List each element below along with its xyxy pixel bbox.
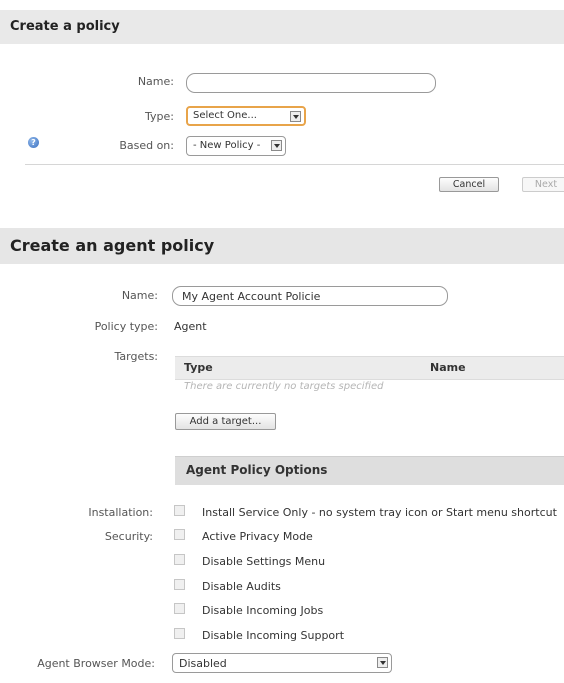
policy-type-label: Type: [145, 110, 174, 123]
install-service-only-label: Install Service Only - no system tray ic… [202, 506, 557, 519]
security-label: Security: [104, 530, 153, 543]
installation-label: Installation: [88, 506, 153, 519]
targets-label: Targets: [114, 350, 158, 363]
install-service-only-checkbox[interactable] [174, 505, 185, 516]
active-privacy-mode-label: Active Privacy Mode [202, 530, 313, 543]
disable-settings-menu-label: Disable Settings Menu [202, 555, 326, 568]
agent-policy-header: Create an agent policy [0, 228, 564, 264]
active-privacy-mode-checkbox[interactable] [174, 529, 185, 540]
browser-mode-select[interactable]: Disabled [172, 653, 392, 673]
based-on-value: - New Policy - [193, 140, 261, 151]
agent-policy-options-header: Agent Policy Options [175, 456, 564, 485]
next-button[interactable]: Next [522, 177, 564, 192]
options-title: Agent Policy Options [186, 463, 328, 477]
chevron-down-icon[interactable] [290, 111, 301, 122]
cancel-button[interactable]: Cancel [439, 177, 499, 192]
disable-incoming-jobs-label: Disable Incoming Jobs [202, 604, 324, 617]
browser-mode-label: Agent Browser Mode: [37, 657, 155, 670]
add-target-button[interactable]: Add a target... [175, 413, 276, 430]
policy-name-label: Name: [137, 75, 174, 88]
targets-table-header: Type Name [175, 356, 564, 380]
column-header-type: Type [184, 361, 213, 374]
disable-settings-menu-checkbox[interactable] [174, 554, 185, 565]
disable-incoming-support-label: Disable Incoming Support [202, 629, 345, 642]
policy-type-value: Select One... [193, 110, 257, 121]
policy-type-label: Policy type: [94, 320, 158, 333]
policy-name-input[interactable] [186, 73, 436, 93]
create-policy-title: Create a policy [10, 19, 120, 34]
disable-incoming-jobs-checkbox[interactable] [174, 603, 185, 614]
agent-policy-title: Create an agent policy [10, 236, 215, 255]
policy-type-value: Agent [174, 320, 207, 333]
disable-audits-checkbox[interactable] [174, 579, 185, 590]
based-on-label: Based on: [119, 139, 174, 152]
policy-type-select[interactable]: Select One... [186, 106, 306, 126]
help-icon[interactable]: ? [28, 137, 39, 148]
chevron-down-icon[interactable] [377, 657, 388, 668]
column-header-name: Name [430, 361, 466, 374]
browser-mode-value: Disabled [179, 657, 227, 670]
disable-audits-label: Disable Audits [202, 580, 281, 593]
based-on-select[interactable]: - New Policy - [186, 136, 286, 156]
chevron-down-icon[interactable] [271, 140, 282, 151]
divider [25, 164, 564, 165]
targets-empty-message: There are currently no targets specified [184, 381, 384, 392]
create-policy-header: Create a policy [0, 10, 564, 44]
agent-name-label: Name: [121, 289, 158, 302]
disable-incoming-support-checkbox[interactable] [174, 628, 185, 639]
agent-name-input[interactable]: My Agent Account Policie [172, 286, 448, 306]
